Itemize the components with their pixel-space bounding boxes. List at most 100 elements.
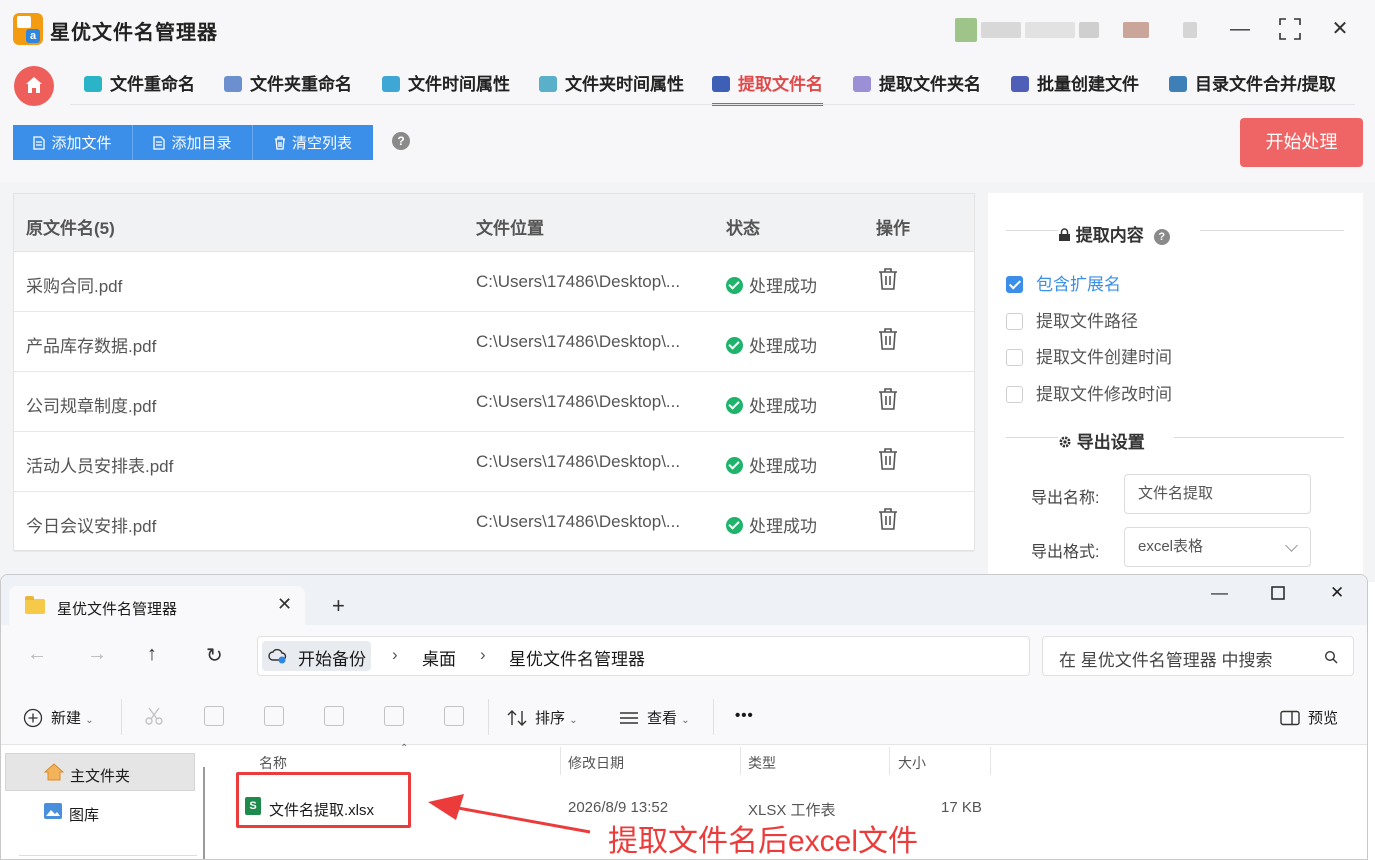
tab-dir-merge[interactable]: 目录文件合并/提取 xyxy=(1169,70,1336,106)
column-divider[interactable] xyxy=(889,747,890,775)
minimize-button[interactable]: — xyxy=(1225,14,1255,44)
add-file-button[interactable]: 添加文件 xyxy=(13,125,133,160)
up-arrow-icon[interactable]: ↑ xyxy=(147,643,157,666)
export-format-select[interactable]: excel表格 xyxy=(1124,527,1311,567)
breadcrumb-desktop[interactable]: 桌面 xyxy=(422,645,456,670)
tab-folder-time[interactable]: 文件夹时间属性 xyxy=(539,70,684,106)
col-type-header[interactable]: 类型 xyxy=(748,753,776,773)
title-bar: 星优文件名管理器 — ✕ xyxy=(0,0,1375,60)
row-path: C:\Users\17486\Desktop\... xyxy=(476,272,681,291)
start-process-button[interactable]: 开始处理 xyxy=(1240,118,1363,167)
sort-icon xyxy=(507,710,527,726)
sidebar-item-gallery[interactable]: 图库 xyxy=(5,793,195,831)
success-icon xyxy=(726,337,743,354)
row-filename: 公司规章制度.pdf xyxy=(26,397,157,416)
app-logo-icon xyxy=(13,13,43,45)
new-button[interactable]: 新建 ⌄ xyxy=(23,707,94,728)
refresh-icon[interactable]: ↻ xyxy=(206,643,223,668)
delete-icon[interactable] xyxy=(878,268,898,290)
sidebar-item-home[interactable]: 主文件夹 xyxy=(5,753,195,791)
maximize-button[interactable] xyxy=(1275,14,1305,44)
back-arrow-icon[interactable]: ← xyxy=(27,643,47,666)
column-divider[interactable] xyxy=(740,747,741,775)
close-tab-icon[interactable]: ✕ xyxy=(277,594,292,615)
cut-icon[interactable] xyxy=(144,706,164,726)
help-icon[interactable]: ? xyxy=(1153,229,1170,245)
add-directory-button[interactable]: 添加目录 xyxy=(133,125,253,160)
col-status-header[interactable]: 状态 xyxy=(726,214,760,239)
address-box[interactable]: 开始备份 › 桌面 › 星优文件名管理器 xyxy=(257,636,1030,676)
col-filename-header[interactable]: 原文件名(5) xyxy=(26,214,115,239)
column-divider[interactable] xyxy=(990,747,991,775)
tab-file-rename[interactable]: 文件重命名 xyxy=(84,70,195,106)
col-modified-header[interactable]: 修改日期 xyxy=(568,753,624,773)
row-filename: 活动人员安排表.pdf xyxy=(26,457,174,476)
file-icon xyxy=(153,135,166,150)
annotation-arrow-icon xyxy=(428,794,591,834)
file-icon xyxy=(33,135,46,150)
tab-folder-rename[interactable]: 文件夹重命名 xyxy=(224,70,352,106)
preview-button[interactable]: 预览 xyxy=(1280,707,1338,728)
success-icon xyxy=(726,517,743,534)
close-button[interactable]: ✕ xyxy=(1325,14,1355,44)
include-extension-checkbox[interactable]: 包含扩展名 xyxy=(1006,270,1121,295)
row-status: 处理成功 xyxy=(726,512,817,537)
search-input[interactable]: 在 星优文件名管理器 中搜索 xyxy=(1042,636,1354,676)
explorer-maximize-button[interactable] xyxy=(1271,585,1285,605)
extract-modified-time-checkbox[interactable]: 提取文件修改时间 xyxy=(1006,380,1172,405)
breadcrumb-backup: 开始备份 xyxy=(298,650,366,669)
home-icon xyxy=(44,763,64,781)
trash-icon xyxy=(274,135,285,150)
home-button[interactable] xyxy=(14,66,54,106)
table-row[interactable]: 公司规章制度.pdf C:\Users\17486\Desktop\... 处理… xyxy=(14,372,974,432)
folder-time-icon xyxy=(539,76,557,92)
view-button[interactable]: 查看 ⌄ xyxy=(619,707,690,728)
breadcrumb-current[interactable]: 星优文件名管理器 xyxy=(509,645,645,670)
table-row[interactable]: 采购合同.pdf C:\Users\17486\Desktop\... 处理成功 xyxy=(14,252,974,312)
row-status: 处理成功 xyxy=(726,272,817,297)
column-divider[interactable] xyxy=(560,747,561,775)
table-row[interactable]: 活动人员安排表.pdf C:\Users\17486\Desktop\... 处… xyxy=(14,432,974,492)
explorer-tab[interactable]: 星优文件名管理器 ✕ xyxy=(9,586,305,626)
rename-icon[interactable] xyxy=(324,706,344,726)
extract-path-checkbox[interactable]: 提取文件路径 xyxy=(1006,307,1138,332)
export-name-input[interactable]: 文件名提取 xyxy=(1124,474,1311,514)
delete-icon[interactable] xyxy=(878,328,898,350)
table-row[interactable]: 今日会议安排.pdf C:\Users\17486\Desktop\... 处理… xyxy=(14,492,974,552)
row-status: 处理成功 xyxy=(726,452,817,477)
new-tab-button[interactable]: + xyxy=(332,593,345,619)
row-status: 处理成功 xyxy=(726,392,817,417)
breadcrumb-root[interactable]: 开始备份 xyxy=(262,641,371,671)
forward-arrow-icon[interactable]: → xyxy=(87,643,107,666)
sidebar-scrollbar[interactable] xyxy=(203,767,205,859)
table-row[interactable]: 产品库存数据.pdf C:\Users\17486\Desktop\... 处理… xyxy=(14,312,974,372)
paste-icon[interactable] xyxy=(264,706,284,726)
tab-batch-create[interactable]: 批量创建文件 xyxy=(1011,70,1139,106)
delete-icon[interactable] xyxy=(878,508,898,530)
delete-icon[interactable] xyxy=(444,706,464,726)
explorer-close-button[interactable]: ✕ xyxy=(1330,583,1344,603)
tab-extract-foldername[interactable]: 提取文件夹名 xyxy=(853,70,981,106)
home-icon xyxy=(26,77,42,93)
table-header: 原文件名(5) 文件位置 状态 操作 xyxy=(14,194,974,252)
success-icon xyxy=(726,277,743,294)
sort-button[interactable]: 排序 ⌄ xyxy=(507,707,578,728)
copy-icon[interactable] xyxy=(204,706,224,726)
export-settings-title: 导出设置 xyxy=(1058,428,1145,453)
gear-icon xyxy=(1059,436,1071,448)
help-icon[interactable]: ? xyxy=(392,132,410,150)
more-options-button[interactable]: ••• xyxy=(735,707,754,724)
tab-file-time[interactable]: 文件时间属性 xyxy=(382,70,510,106)
delete-icon[interactable] xyxy=(878,388,898,410)
extract-filename-icon xyxy=(712,76,730,92)
explorer-minimize-button[interactable]: — xyxy=(1211,583,1228,603)
file-time-icon xyxy=(382,76,400,92)
extract-created-time-checkbox[interactable]: 提取文件创建时间 xyxy=(1006,343,1172,368)
tab-extract-filename[interactable]: 提取文件名 xyxy=(712,70,823,106)
delete-icon[interactable] xyxy=(878,448,898,470)
clear-list-button[interactable]: 清空列表 xyxy=(253,125,373,160)
col-size-header[interactable]: 大小 xyxy=(898,753,926,773)
share-icon[interactable] xyxy=(384,706,404,726)
col-location-header[interactable]: 文件位置 xyxy=(476,214,544,239)
col-name-header[interactable]: 名称 xyxy=(259,753,287,773)
